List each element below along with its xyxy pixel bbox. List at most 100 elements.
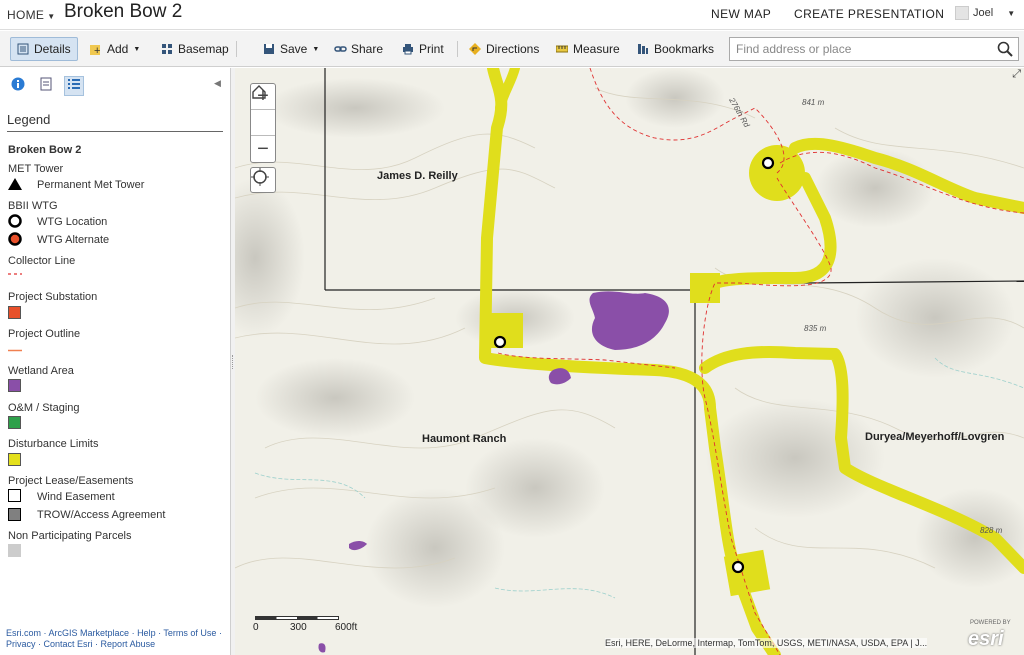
legend-item-label: Permanent Met Tower [37,179,145,191]
details-label: Details [34,42,71,56]
directions-label: Directions [486,42,540,56]
save-button[interactable]: Save ▼ [257,37,325,61]
divider [457,41,458,57]
zoom-controls: + − [250,83,276,163]
search-icon[interactable] [997,41,1013,62]
expand-icon[interactable]: ⤢ [1012,68,1021,81]
home-menu[interactable]: HOME ▼ [7,8,55,22]
legend-layer-non-participating: Non Participating Parcels [8,530,132,542]
collapse-panel-icon[interactable]: ◀ [214,78,221,89]
details-icon [17,43,29,55]
home-icon [252,85,266,99]
substation-swatch [8,306,21,319]
share-button[interactable]: Share [328,37,389,61]
report-link[interactable]: Report Abuse [101,639,156,649]
non-participating-swatch [8,544,21,557]
sidebar-panel: ◀ Legend Broken Bow 2 MET Tower Permanen… [0,68,231,655]
map-title: Broken Bow 2 [64,1,183,22]
wetland-swatch [8,379,21,392]
user-menu[interactable]: Joel ▼ [955,6,1015,20]
chevron-down-icon: ▼ [312,45,320,53]
sidebar-footer: Esri.com · ArcGIS Marketplace · Help · T… [6,628,222,649]
chevron-down-icon: ▼ [1007,8,1016,18]
chevron-down-icon: ▼ [47,12,56,21]
splitter-grip[interactable] [232,355,234,369]
scale-tick: 300 [290,622,307,633]
basemap-label: Basemap [178,42,229,56]
wind-easement-swatch [8,489,21,502]
legend-layer-collector: Collector Line [8,255,76,267]
wtg-marker[interactable] [761,156,775,170]
bookmark-icon [637,43,649,55]
divider [236,41,237,57]
wtg-alternate-icon [8,232,22,246]
scale-bar: 0 300 600ft [253,616,365,636]
floppy-disk-icon [263,43,275,55]
powered-by-label: POWERED BY [970,620,1011,626]
list-icon [68,77,80,95]
esri-logo: POWERED BY esri [968,620,1020,652]
home-extent-button[interactable] [251,85,275,136]
help-link[interactable]: Help [137,628,156,638]
legend-layer-outline: Project Outline [8,328,81,340]
esri-link[interactable]: Esri.com [6,628,41,638]
user-name: Joel [973,7,994,19]
zoom-out-button[interactable]: − [251,136,275,162]
esri-logo-text: esri [968,628,1004,650]
print-button[interactable]: Print [396,37,450,61]
add-label: Add [107,42,129,56]
legend-layer-wtg: BBII WTG [8,200,58,212]
add-icon: + [90,43,102,57]
home-label: HOME [7,8,45,22]
staging-swatch [8,416,21,429]
search-input[interactable] [730,38,990,60]
marketplace-link[interactable]: ArcGIS Marketplace [49,628,130,638]
legend-heading: Legend [7,112,51,127]
scale-tick: 0 [253,622,259,633]
tab-content[interactable] [36,76,56,96]
map-canvas [235,68,1024,655]
parcel-label-reilly: James D. Reilly [377,170,458,182]
map-attribution[interactable]: Esri, HERE, DeLorme, Intermap, TomTom, U… [605,638,928,648]
wtg-marker[interactable] [731,560,745,574]
document-icon [40,77,52,96]
printer-icon [402,43,414,55]
wtg-location-icon [8,214,22,228]
bookmarks-label: Bookmarks [654,42,715,56]
legend-layer-disturbance: Disturbance Limits [8,438,99,450]
ruler-icon [555,43,569,55]
share-label: Share [351,42,384,56]
legend-map-name: Broken Bow 2 [8,144,82,156]
elevation-label: 828 m [980,526,1003,535]
legend-item-label: TROW/Access Agreement [37,509,166,521]
measure-button[interactable]: Measure [550,37,626,61]
tab-about[interactable] [8,76,28,96]
map-view[interactable]: + − ⤢ James D. Reilly Haumont Ranch Dury… [235,68,1024,655]
legend-layer-substation: Project Substation [8,291,98,303]
directions-button[interactable]: Directions [463,37,545,61]
new-map-link[interactable]: NEW MAP [711,7,771,21]
terms-link[interactable]: Terms of Use [163,628,216,638]
locate-button[interactable] [250,167,276,193]
add-button[interactable]: + Add ▼ [84,37,146,61]
measure-label: Measure [573,42,620,56]
trow-swatch [8,508,21,521]
tab-legend[interactable] [64,76,84,96]
grid-icon [161,43,173,55]
contact-link[interactable]: Contact Esri [44,639,93,649]
crosshair-icon [251,168,269,186]
link-icon [334,43,347,55]
privacy-link[interactable]: Privacy [6,639,36,649]
create-presentation-link[interactable]: CREATE PRESENTATION [794,7,944,21]
save-label: Save [280,42,308,56]
legend-layer-staging: O&M / Staging [8,402,80,414]
wtg-marker[interactable] [493,335,507,349]
legend-layer-wetland: Wetland Area [8,365,74,377]
basemap-button[interactable]: Basemap [155,37,235,61]
elevation-label: 835 m [804,324,827,333]
details-button[interactable]: Details [10,37,78,61]
bookmarks-button[interactable]: Bookmarks [631,37,720,61]
disturbance-swatch [8,453,21,466]
top-bar: HOME ▼ Broken Bow 2 NEW MAP CREATE PRESEN… [0,0,1024,30]
svg-text:+: + [94,45,100,55]
